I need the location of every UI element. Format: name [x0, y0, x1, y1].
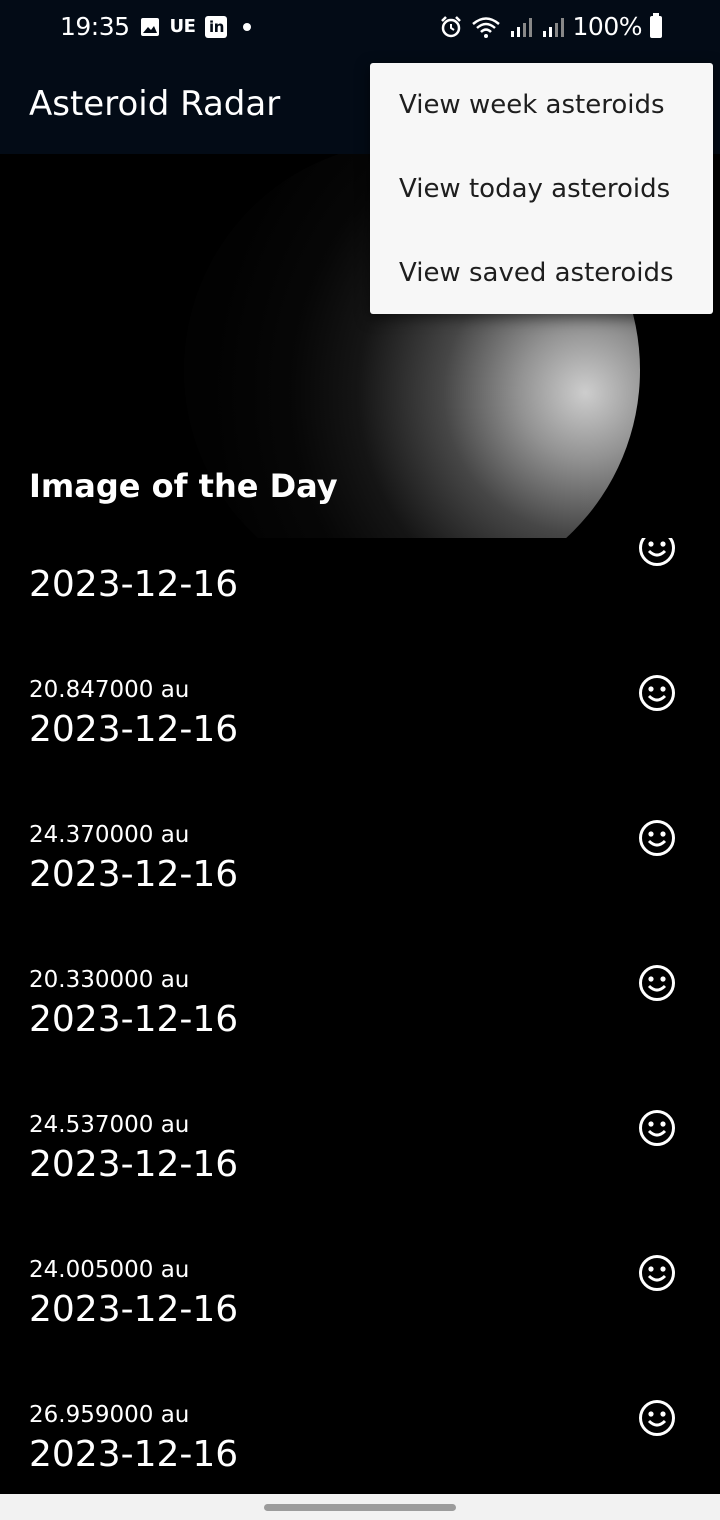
wifi-icon: [471, 16, 500, 38]
navigation-bar: [0, 1494, 720, 1520]
asteroid-distance: 20.330000 au: [29, 967, 190, 993]
smiley-icon: [639, 1400, 675, 1436]
list-item[interactable]: 26.959000 au 2023-12-16: [0, 1285, 720, 1475]
signal-icon: [510, 17, 532, 37]
list-item[interactable]: 24.537000 au 2023-12-16: [0, 995, 720, 1185]
asteroid-distance: 24.537000 au: [29, 1112, 190, 1138]
list-item[interactable]: 2023-12-16: [0, 538, 720, 605]
status-time: 19:35: [60, 12, 130, 41]
menu-item-view-week[interactable]: View week asteroids: [370, 64, 713, 148]
asteroid-date: 2023-12-16: [29, 1434, 239, 1475]
list-item[interactable]: 24.005000 au 2023-12-16: [0, 1140, 720, 1330]
menu-item-label: View today asteroids: [399, 174, 671, 204]
status-right: 100%: [439, 12, 662, 41]
battery-percent: 100%: [572, 12, 643, 41]
list-item[interactable]: 20.847000 au 2023-12-16: [0, 560, 720, 750]
notification-dot-icon: [243, 22, 252, 31]
app-title: Asteroid Radar: [29, 84, 281, 124]
status-bar: 19:35 UE in 100%: [0, 0, 720, 56]
asteroid-distance: 20.847000 au: [29, 677, 190, 703]
menu-item-label: View saved asteroids: [399, 258, 674, 288]
asteroid-list[interactable]: 2023-12-16 20.847000 au 2023-12-16 24.37…: [0, 538, 720, 1494]
asteroid-distance: 24.005000 au: [29, 1257, 190, 1283]
asteroid-list-inner: 2023-12-16 20.847000 au 2023-12-16 24.37…: [0, 538, 720, 1475]
asteroid-distance: 24.370000 au: [29, 822, 190, 848]
carrier-badge: UE: [169, 16, 196, 37]
status-left: 19:35 UE in: [60, 12, 252, 41]
overflow-menu: View week asteroids View today asteroids…: [370, 63, 713, 314]
asteroid-distance: 26.959000 au: [29, 1402, 190, 1428]
menu-item-label: View week asteroids: [399, 90, 665, 120]
image-of-the-day-label: Image of the Day: [29, 467, 338, 505]
home-gesture-handle[interactable]: [264, 1504, 456, 1511]
list-item[interactable]: 20.330000 au 2023-12-16: [0, 850, 720, 1040]
alarm-icon: [440, 15, 461, 37]
image-icon: [140, 17, 159, 36]
menu-item-view-saved[interactable]: View saved asteroids: [370, 232, 713, 316]
linkedin-icon: in: [205, 15, 228, 38]
battery-icon: [650, 12, 662, 38]
signal-icon-2: [542, 17, 564, 37]
menu-item-view-today[interactable]: View today asteroids: [370, 148, 713, 232]
list-item[interactable]: 24.370000 au 2023-12-16: [0, 705, 720, 895]
